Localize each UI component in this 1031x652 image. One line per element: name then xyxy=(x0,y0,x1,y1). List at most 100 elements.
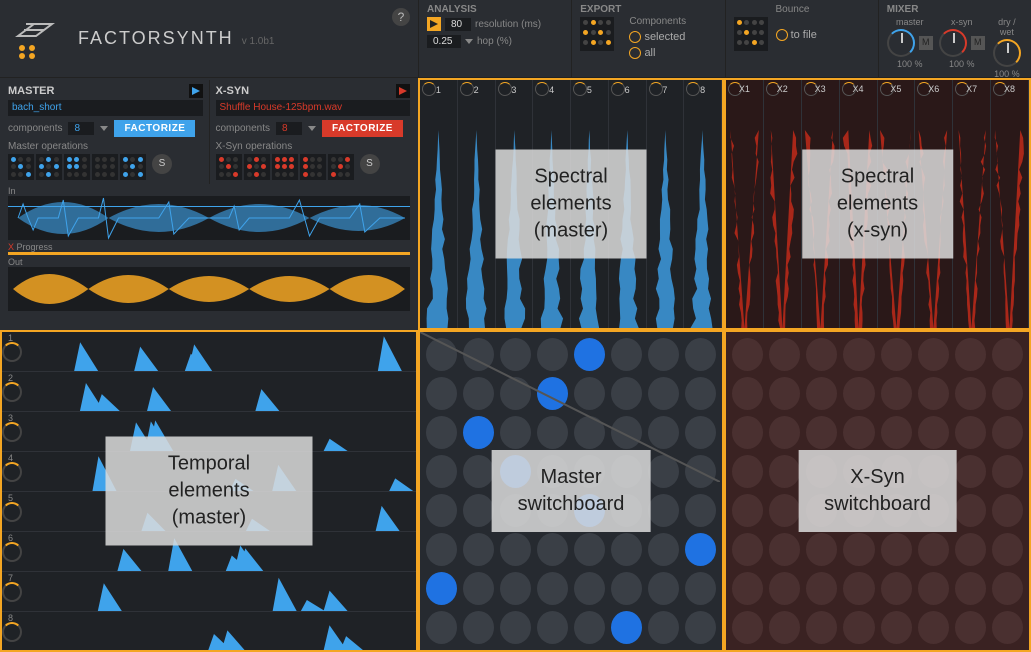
temporal-knob-icon[interactable] xyxy=(2,542,22,562)
switchboard-dot[interactable] xyxy=(881,338,912,371)
switchboard-dot[interactable] xyxy=(769,533,800,566)
switchboard-dot[interactable] xyxy=(648,533,679,566)
xsyn-switchboard[interactable]: X-Syn switchboard xyxy=(724,330,1031,652)
switchboard-dot[interactable] xyxy=(806,416,837,449)
temporal-knob-icon[interactable] xyxy=(2,622,22,642)
switchboard-dot[interactable] xyxy=(685,611,716,644)
switchboard-dot[interactable] xyxy=(648,572,679,605)
switchboard-dot[interactable] xyxy=(611,533,642,566)
bounce-icon[interactable] xyxy=(734,17,768,51)
master-op-4[interactable] xyxy=(92,154,118,180)
xsyn-play-icon[interactable] xyxy=(396,84,410,98)
master-factorize-button[interactable]: FACTORIZE xyxy=(114,120,195,137)
switchboard-dot[interactable] xyxy=(806,611,837,644)
master-op-5[interactable] xyxy=(120,154,146,180)
wave-in-display[interactable] xyxy=(8,196,410,240)
export-all-radio[interactable] xyxy=(629,47,641,59)
switchboard-dot[interactable] xyxy=(500,572,531,605)
switchboard-dot[interactable] xyxy=(806,338,837,371)
master-play-icon[interactable] xyxy=(189,84,203,98)
export-selected-radio[interactable] xyxy=(629,31,641,43)
switchboard-dot[interactable] xyxy=(992,377,1023,410)
xsyn-file-input[interactable]: Shuffle House-125bpm.wav xyxy=(216,100,411,116)
spectral-xsyn-col-7[interactable]: X7 xyxy=(953,80,991,328)
switchboard-dot[interactable] xyxy=(769,572,800,605)
switchboard-dot[interactable] xyxy=(732,416,763,449)
switchboard-dot[interactable] xyxy=(992,416,1023,449)
switchboard-dot[interactable] xyxy=(732,611,763,644)
switchboard-dot[interactable] xyxy=(426,494,457,527)
switchboard-dot[interactable] xyxy=(918,572,949,605)
switchboard-dot[interactable] xyxy=(843,533,874,566)
switchboard-dot[interactable] xyxy=(806,572,837,605)
switchboard-dot[interactable] xyxy=(685,533,716,566)
mixer-master-mute[interactable]: M xyxy=(919,36,933,50)
switchboard-dot[interactable] xyxy=(843,416,874,449)
temporal-knob-icon[interactable] xyxy=(2,462,22,482)
switchboard-dot[interactable] xyxy=(732,455,763,488)
master-comp-value[interactable]: 8 xyxy=(68,122,94,135)
switchboard-dot[interactable] xyxy=(769,377,800,410)
switchboard-dot[interactable] xyxy=(732,338,763,371)
switchboard-dot[interactable] xyxy=(806,377,837,410)
switchboard-dot[interactable] xyxy=(463,611,494,644)
switchboard-dot[interactable] xyxy=(463,494,494,527)
switchboard-dot[interactable] xyxy=(426,572,457,605)
switchboard-dot[interactable] xyxy=(769,494,800,527)
switchboard-dot[interactable] xyxy=(918,533,949,566)
xsyn-op-3[interactable] xyxy=(272,154,298,180)
switchboard-dot[interactable] xyxy=(881,572,912,605)
switchboard-dot[interactable] xyxy=(611,572,642,605)
progress-bar[interactable] xyxy=(8,252,410,255)
switchboard-dot[interactable] xyxy=(732,377,763,410)
switchboard-dot[interactable] xyxy=(537,533,568,566)
switchboard-dot[interactable] xyxy=(881,611,912,644)
bounce-tofile-radio[interactable] xyxy=(776,29,788,41)
temporal-row-8[interactable]: 8 xyxy=(2,612,416,652)
spectral-xsyn-panel[interactable]: X1X2X3X4X5X6X7X8Spectral elements (x-syn… xyxy=(724,78,1031,330)
xsyn-op-4[interactable] xyxy=(300,154,326,180)
master-switchboard[interactable]: Master switchboard xyxy=(418,330,724,652)
spectral-master-panel[interactable]: 12345678Spectral elements (master) xyxy=(418,78,724,330)
xsyn-solo-button[interactable]: S xyxy=(360,154,380,174)
switchboard-dot[interactable] xyxy=(992,572,1023,605)
spectral-master-col-7[interactable]: 7 xyxy=(647,80,685,328)
switchboard-dot[interactable] xyxy=(500,533,531,566)
temporal-knob-icon[interactable] xyxy=(2,582,22,602)
master-comp-dropdown-icon[interactable] xyxy=(100,126,108,131)
temporal-knob-icon[interactable] xyxy=(2,382,22,402)
temporal-row-2[interactable]: 2 xyxy=(2,372,416,412)
switchboard-dot[interactable] xyxy=(537,611,568,644)
wave-out-display[interactable] xyxy=(8,267,410,311)
switchboard-dot[interactable] xyxy=(574,533,605,566)
xsyn-op-5[interactable] xyxy=(328,154,354,180)
switchboard-dot[interactable] xyxy=(992,611,1023,644)
switchboard-dot[interactable] xyxy=(611,611,642,644)
master-op-1[interactable] xyxy=(8,154,34,180)
spectral-master-col-1[interactable]: 1 xyxy=(420,80,458,328)
xsyn-op-1[interactable] xyxy=(216,154,242,180)
temporal-knob-icon[interactable] xyxy=(2,502,22,522)
switchboard-dot[interactable] xyxy=(955,455,986,488)
spectral-xsyn-col-2[interactable]: X2 xyxy=(764,80,802,328)
switchboard-dot[interactable] xyxy=(500,611,531,644)
master-file-input[interactable]: bach_short xyxy=(8,100,203,116)
switchboard-dot[interactable] xyxy=(769,416,800,449)
switchboard-dot[interactable] xyxy=(732,494,763,527)
master-op-3[interactable] xyxy=(64,154,90,180)
switchboard-dot[interactable] xyxy=(955,494,986,527)
switchboard-dot[interactable] xyxy=(843,338,874,371)
master-solo-button[interactable]: S xyxy=(152,154,172,174)
switchboard-dot[interactable] xyxy=(769,338,800,371)
temporal-knob-icon[interactable] xyxy=(2,422,22,442)
switchboard-dot[interactable] xyxy=(843,611,874,644)
switchboard-dot[interactable] xyxy=(806,533,837,566)
mixer-drywet-knob[interactable] xyxy=(993,39,1021,67)
switchboard-dot[interactable] xyxy=(769,611,800,644)
switchboard-dot[interactable] xyxy=(463,572,494,605)
switchboard-dot[interactable] xyxy=(918,338,949,371)
switchboard-dot[interactable] xyxy=(955,416,986,449)
switchboard-dot[interactable] xyxy=(648,611,679,644)
switchboard-dot[interactable] xyxy=(992,494,1023,527)
temporal-master-panel[interactable]: 12345678Temporal elements (master) xyxy=(0,330,418,652)
